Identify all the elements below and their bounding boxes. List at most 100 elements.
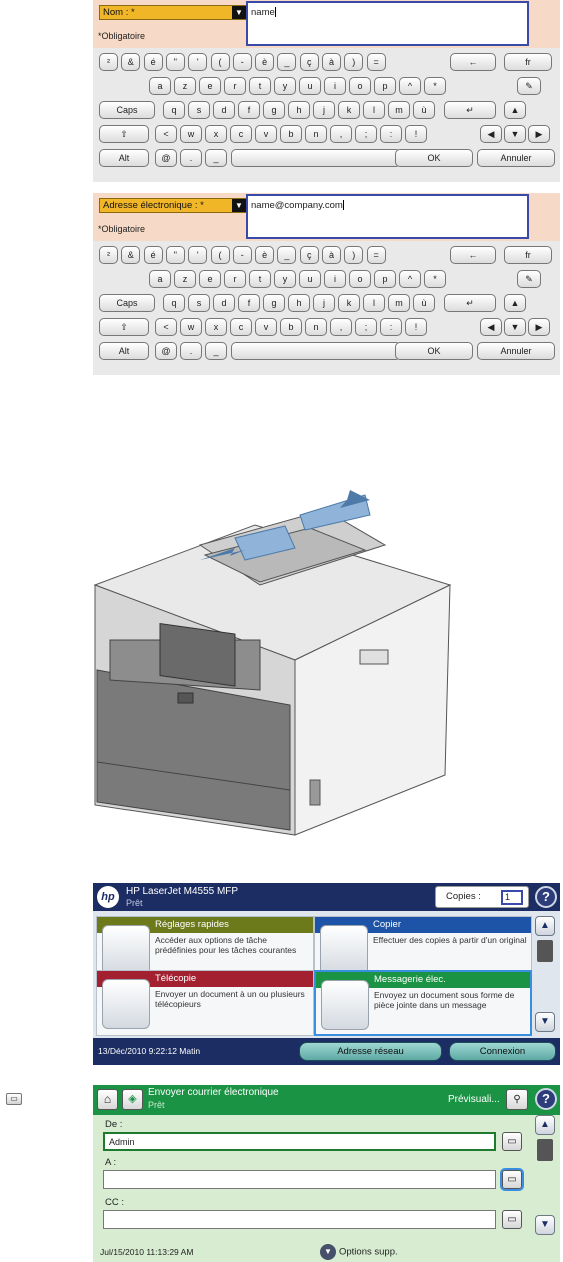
ok-button[interactable]: OK: [395, 342, 473, 360]
key[interactable]: é: [143, 53, 163, 71]
key[interactable]: c: [230, 125, 252, 143]
address-book-icon[interactable]: ▭: [502, 1210, 522, 1229]
key[interactable]: m: [388, 294, 410, 312]
clear-icon[interactable]: ✎: [517, 77, 541, 95]
key[interactable]: è: [255, 246, 275, 264]
key[interactable]: ²: [99, 246, 118, 264]
to-field[interactable]: [103, 1170, 496, 1189]
key[interactable]: *: [424, 77, 446, 95]
key[interactable]: :: [380, 125, 402, 143]
key[interactable]: o: [349, 270, 371, 288]
key[interactable]: q: [163, 101, 185, 119]
key[interactable]: v: [255, 125, 277, 143]
name-input[interactable]: name: [246, 1, 529, 46]
cc-field[interactable]: [103, 1210, 496, 1229]
key[interactable]: l: [363, 294, 385, 312]
key[interactable]: <: [155, 125, 177, 143]
key[interactable]: u: [299, 77, 321, 95]
key[interactable]: k: [338, 101, 360, 119]
key[interactable]: =: [366, 53, 386, 71]
key[interactable]: j: [313, 294, 335, 312]
alt-key[interactable]: Alt: [99, 149, 149, 167]
key[interactable]: f: [238, 294, 260, 312]
key[interactable]: -: [232, 53, 252, 71]
key[interactable]: .: [180, 342, 202, 360]
key[interactable]: l: [363, 101, 385, 119]
arrow-up-key[interactable]: ▲: [504, 294, 526, 312]
key[interactable]: d: [213, 101, 235, 119]
key[interactable]: w: [180, 318, 202, 336]
scroll-thumb[interactable]: [537, 1139, 553, 1161]
key[interactable]: !: [405, 318, 427, 336]
key[interactable]: y: [274, 270, 296, 288]
key[interactable]: (: [210, 246, 230, 264]
network-address-button[interactable]: Adresse réseau: [299, 1042, 442, 1061]
key[interactable]: ": [165, 53, 185, 71]
backspace-key[interactable]: ←: [450, 53, 496, 71]
more-options-button[interactable]: ▼ Options supp.: [320, 1244, 398, 1260]
key[interactable]: j: [313, 101, 335, 119]
key[interactable]: ,: [330, 125, 352, 143]
key[interactable]: _: [277, 53, 297, 71]
caps-key[interactable]: Caps: [99, 101, 155, 119]
help-button[interactable]: ?: [535, 1088, 557, 1110]
key[interactable]: v: [255, 318, 277, 336]
key[interactable]: h: [288, 101, 310, 119]
scroll-down-button[interactable]: ▼: [535, 1012, 555, 1032]
from-field[interactable]: Admin: [103, 1132, 496, 1151]
key[interactable]: w: [180, 125, 202, 143]
arrow-up-key[interactable]: ▲: [504, 101, 526, 119]
tile-email[interactable]: Messagerie élec. Envoyez un document sou…: [314, 970, 532, 1036]
scroll-thumb[interactable]: [537, 940, 553, 962]
tile-fax[interactable]: Télécopie Envoyer un document à un ou pl…: [96, 970, 314, 1036]
field-dropdown[interactable]: Adresse électronique : * ▼: [99, 198, 247, 213]
key[interactable]: e: [199, 270, 221, 288]
key[interactable]: p: [374, 77, 396, 95]
help-button[interactable]: ?: [535, 886, 557, 908]
key[interactable]: @: [155, 342, 177, 360]
key[interactable]: h: [288, 294, 310, 312]
key[interactable]: -: [232, 246, 252, 264]
key[interactable]: (: [210, 53, 230, 71]
arrow-left-key[interactable]: ◀: [480, 125, 502, 143]
scrollbar[interactable]: ▲ ▼: [535, 1115, 555, 1235]
key[interactable]: i: [324, 77, 346, 95]
key[interactable]: r: [224, 270, 246, 288]
sign-in-button[interactable]: Connexion: [449, 1042, 556, 1061]
key[interactable]: ç: [299, 246, 319, 264]
key[interactable]: y: [274, 77, 296, 95]
key[interactable]: n: [305, 125, 327, 143]
key[interactable]: e: [199, 77, 221, 95]
arrow-right-key[interactable]: ▶: [528, 318, 550, 336]
key[interactable]: ): [344, 246, 364, 264]
key[interactable]: x: [205, 318, 227, 336]
alt-key[interactable]: Alt: [99, 342, 149, 360]
key[interactable]: b: [280, 125, 302, 143]
scroll-up-button[interactable]: ▲: [535, 916, 555, 936]
email-input[interactable]: name@company.com: [246, 194, 529, 239]
key[interactable]: *: [424, 270, 446, 288]
ok-button[interactable]: OK: [395, 149, 473, 167]
key[interactable]: ù: [413, 101, 435, 119]
key[interactable]: q: [163, 294, 185, 312]
field-dropdown[interactable]: Nom : * ▼: [99, 5, 247, 20]
enter-key[interactable]: ↵: [444, 101, 496, 119]
key[interactable]: ): [344, 53, 364, 71]
key[interactable]: s: [188, 101, 210, 119]
key[interactable]: k: [338, 294, 360, 312]
key[interactable]: :: [380, 318, 402, 336]
key[interactable]: _: [205, 149, 227, 167]
clear-icon[interactable]: ✎: [517, 270, 541, 288]
language-key[interactable]: fr: [504, 246, 552, 264]
key[interactable]: a: [149, 270, 171, 288]
key[interactable]: é: [143, 246, 163, 264]
space-key[interactable]: [231, 342, 401, 360]
key[interactable]: a: [149, 77, 171, 95]
key[interactable]: ': [188, 246, 208, 264]
key[interactable]: .: [180, 149, 202, 167]
key[interactable]: t: [249, 270, 271, 288]
key[interactable]: à: [322, 53, 341, 71]
scroll-up-button[interactable]: ▲: [535, 1115, 555, 1135]
key[interactable]: è: [255, 53, 275, 71]
cancel-button[interactable]: Annuler: [477, 149, 555, 167]
